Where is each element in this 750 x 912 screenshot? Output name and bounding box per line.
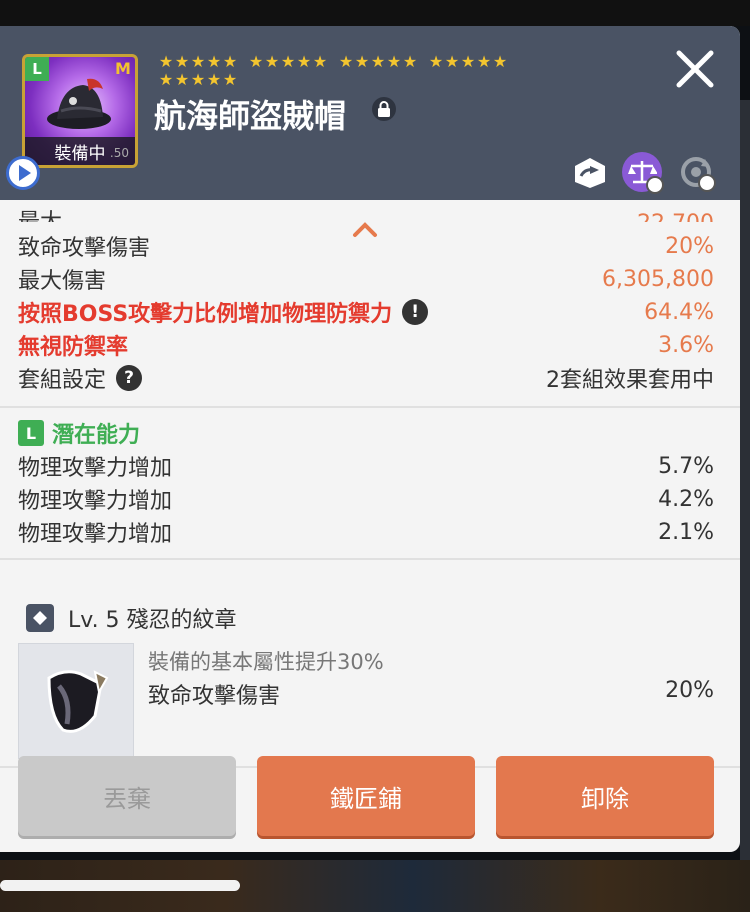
stat-row: 無視防禦率 3.6%	[18, 329, 714, 361]
star-icon: ★	[428, 52, 444, 71]
stat-row: 按照BOSS攻擊力比例增加物理防禦力 ! 64.4%	[18, 296, 714, 328]
star-icon: ★	[338, 52, 354, 71]
item-level-small: .50	[109, 146, 129, 160]
stat-value: 6,305,800	[602, 266, 714, 292]
stat-value: 2套組效果套用中	[546, 368, 714, 393]
transfer-cycle-icon[interactable]	[676, 152, 716, 192]
emblem-stat-row: 致命攻擊傷害 20%	[148, 678, 714, 710]
stat-label-group: 按照BOSS攻擊力比例增加物理防禦力 !	[18, 296, 429, 328]
item-name: 航海師盜賊帽	[154, 97, 347, 135]
play-icon	[18, 165, 31, 181]
star-force-stars: ★ ★ ★ ★ ★ ★ ★ ★ ★ ★ ★ ★ ★ ★ ★ ★ ★ ★ ★ ★ ★ ★ ★ ★ ★	[158, 54, 558, 90]
star-icon: ★	[190, 70, 206, 89]
potential-line: 物理攻擊力增加 2.1%	[18, 516, 714, 548]
star-icon: ★	[460, 52, 476, 71]
star-icon: ★	[222, 52, 238, 71]
star-icon: ★	[370, 52, 386, 71]
potential-line-label: 物理攻擊力增加	[18, 489, 173, 514]
stat-label: 按照BOSS攻擊力比例增加物理防禦力	[18, 302, 393, 327]
stat-row: 最大傷害 6,305,800	[18, 263, 714, 295]
emblem-title: Lv. 5 殘忍的紋章	[26, 602, 237, 634]
grade-l-badge: L	[25, 57, 49, 81]
stat-value: 64.4%	[644, 299, 714, 325]
partial-stat-value: 22,700	[637, 211, 714, 222]
star-icon: ★	[158, 52, 174, 71]
potential-line-value: 5.7%	[658, 453, 714, 479]
lock-icon[interactable]	[372, 97, 396, 121]
disabled-badge-icon	[646, 176, 664, 194]
set-effect-row: 套組設定 ? 2套組效果套用中	[18, 362, 714, 394]
star-icon: ★	[476, 52, 492, 71]
play-preview-button[interactable]	[6, 156, 40, 190]
star-icon: ★	[386, 52, 402, 71]
star-icon: ★	[280, 52, 296, 71]
emblem-stat-label: 致命攻擊傷害	[148, 684, 281, 709]
divider	[0, 558, 740, 560]
star-icon: ★	[312, 52, 328, 71]
close-icon[interactable]	[674, 48, 716, 90]
hat-icon	[47, 78, 111, 129]
partial-stat-row: 最大… 22,700	[18, 202, 714, 222]
stat-value: 3.6%	[658, 332, 714, 358]
partial-stat-label: 最大…	[18, 204, 84, 222]
stat-label: 無視防禦率	[18, 335, 129, 360]
star-icon: ★	[206, 70, 222, 89]
stat-label: 套組設定	[18, 368, 107, 393]
item-detail-panel: L M 裝備中 .50 ★ ★ ★ ★ ★ ★ ★ ★ ★ ★ ★ ★ ★ ★ ★ ★ ★ ★ ★ ★ ★ ★ ★ ★ ★ 航海…	[0, 26, 740, 852]
home-indicator[interactable]	[0, 880, 240, 891]
star-icon: ★	[354, 52, 370, 71]
unequip-button[interactable]: 卸除	[496, 756, 714, 836]
star-icon: ★	[402, 52, 418, 71]
potential-line-value: 2.1%	[658, 519, 714, 545]
star-group: ★ ★ ★ ★ ★	[248, 54, 328, 72]
potential-line: 物理攻擊力增加 4.2%	[18, 483, 714, 515]
blacksmith-button[interactable]: 鐵匠鋪	[257, 756, 475, 836]
star-icon: ★	[174, 70, 190, 89]
stat-row: 致命攻擊傷害 20%	[18, 230, 714, 262]
stat-label: 最大傷害	[18, 269, 107, 294]
star-icon: ★	[296, 52, 312, 71]
stat-value: 20%	[665, 233, 714, 259]
star-icon: ★	[492, 52, 508, 71]
star-row: ★ ★ ★ ★ ★	[158, 72, 558, 90]
star-icon: ★	[158, 70, 174, 89]
item-icon[interactable]: L M 裝備中 .50	[22, 54, 138, 168]
question-icon[interactable]: ?	[116, 365, 143, 391]
mastery-m-badge: M	[115, 59, 131, 78]
shoulder-armor-icon	[47, 670, 109, 733]
potential-grade-badge: L	[18, 420, 44, 446]
background-edge	[740, 100, 750, 860]
potential-title: L 潛在能力	[18, 418, 318, 448]
emblem-stat-value: 20%	[665, 678, 714, 703]
stat-label-group: 套組設定 ?	[18, 362, 143, 394]
star-icon: ★	[190, 52, 206, 71]
star-group: ★ ★ ★ ★ ★	[428, 54, 508, 72]
emblem-diamond-icon	[26, 604, 54, 632]
discard-button[interactable]: 丟棄	[18, 756, 236, 836]
top-status-strip	[0, 0, 750, 26]
star-group: ★ ★ ★ ★ ★	[338, 54, 418, 72]
disabled-badge-icon	[698, 174, 716, 192]
emblem-description: 裝備的基本屬性提升30%	[148, 650, 384, 674]
star-icon: ★	[444, 52, 460, 71]
star-icon: ★	[264, 52, 280, 71]
item-header: L M 裝備中 .50 ★ ★ ★ ★ ★ ★ ★ ★ ★ ★ ★ ★ ★ ★ ★ ★ ★ ★ ★ ★ ★ ★ ★ ★ ★ 航海…	[0, 26, 740, 200]
potential-line-value: 4.2%	[658, 486, 714, 512]
compare-scale-icon[interactable]	[622, 152, 664, 194]
share-item-icon[interactable]	[570, 152, 610, 192]
emblem-image	[18, 643, 134, 759]
divider	[0, 406, 740, 408]
exclamation-icon[interactable]: !	[402, 299, 429, 325]
star-icon: ★	[174, 52, 190, 71]
potential-title-label: 潛在能力	[52, 423, 141, 448]
emblem-title-label: Lv. 5 殘忍的紋章	[68, 608, 237, 633]
star-icon: ★	[206, 52, 222, 71]
stat-label: 致命攻擊傷害	[18, 236, 151, 261]
potential-line: 物理攻擊力增加 5.7%	[18, 450, 714, 482]
star-icon: ★	[222, 70, 238, 89]
star-icon: ★	[248, 52, 264, 71]
potential-line-label: 物理攻擊力增加	[18, 456, 173, 481]
star-group: ★ ★ ★ ★ ★	[158, 72, 238, 90]
potential-line-label: 物理攻擊力增加	[18, 522, 173, 547]
